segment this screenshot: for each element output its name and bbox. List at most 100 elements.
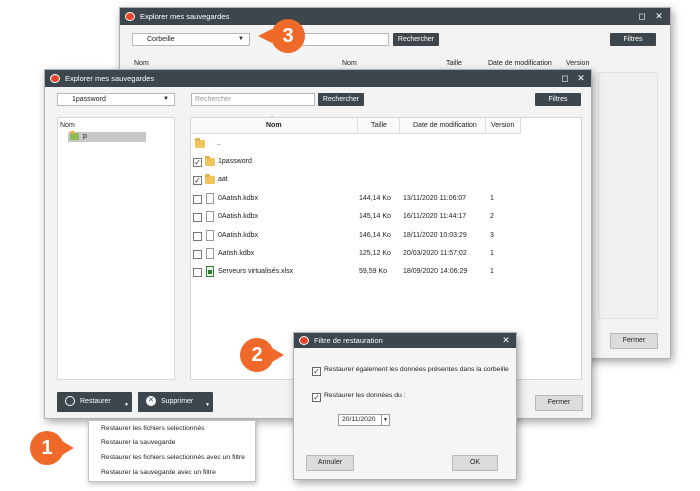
date-input[interactable]: 20/11/2020 (338, 414, 382, 426)
folder-icon (195, 138, 205, 148)
sort-icon: ⌃ (270, 116, 275, 122)
back-select-value: Corbeille (147, 36, 175, 43)
maximize-icon[interactable]: ◻ (634, 8, 650, 25)
ok-button[interactable]: OK (452, 455, 498, 471)
row-checkbox[interactable] (193, 268, 202, 277)
folder-icon (70, 131, 79, 140)
trash-option-label: Restaurer également les données présente… (324, 366, 509, 373)
row-checkbox[interactable] (193, 250, 202, 259)
document-icon (206, 193, 214, 204)
file-row[interactable]: 0Aatish.kdbx 146,14 Ko 18/11/2020 10:03:… (191, 227, 581, 245)
restore-label: Restaurer (79, 398, 111, 405)
row-checkbox[interactable]: ✓ (193, 176, 202, 185)
maximize-icon[interactable]: ◻ (557, 70, 573, 87)
file-size: 145,14 Ko (359, 213, 391, 220)
file-size: 146,14 Ko (359, 232, 391, 239)
main-window-title: Explorer mes sauvegardes (65, 74, 155, 83)
backup-select[interactable]: 1password ▼ (57, 93, 175, 106)
search-button[interactable]: Rechercher (318, 93, 364, 106)
callout-pointer (258, 29, 272, 43)
file-row[interactable]: ✓ 1password (191, 153, 581, 171)
file-name: 0Aatish.kdbx (218, 195, 259, 202)
back-backup-select[interactable]: Corbeille ▼ (132, 33, 250, 46)
back-window-title: Explorer mes sauvegardes (140, 12, 230, 21)
row-checkbox[interactable]: ✓ (193, 158, 202, 167)
row-checkbox[interactable] (193, 232, 202, 241)
col-divider (399, 118, 400, 134)
document-icon (206, 248, 214, 259)
file-row[interactable]: 0Aatish.kdbx 144,14 Ko 13/11/2020 11:06:… (191, 190, 581, 208)
back-close-button[interactable]: Fermer (610, 333, 658, 349)
file-date: 13/11/2020 11:06:07 (403, 195, 467, 202)
back-window-titlebar: Explorer mes sauvegardes ◻ ✕ (120, 8, 670, 25)
file-row-up[interactable]: .. (191, 135, 581, 153)
chevron-down-icon: ▼ (163, 96, 169, 102)
search-input[interactable]: Rechercher (191, 93, 315, 106)
filters-button[interactable]: Filtres (535, 93, 581, 106)
calendar-dropdown-icon[interactable]: ▼ (382, 414, 390, 426)
folder-tree-panel: Nom p (57, 117, 175, 380)
file-version: 1 (490, 268, 494, 275)
file-version: 3 (490, 232, 494, 239)
close-icon[interactable]: ✕ (651, 8, 667, 25)
file-version: 1 (490, 195, 494, 202)
date-option-checkbox[interactable]: ✓ (312, 393, 321, 402)
file-date: 18/09/2020 14:06:29 (403, 268, 468, 275)
file-name: aat (218, 176, 228, 183)
tree-item-p[interactable]: p (68, 131, 146, 142)
col-divider (485, 118, 486, 134)
close-icon[interactable]: ✕ (498, 333, 514, 348)
file-name: 0Aatish.kdbx (218, 232, 259, 239)
callout-badge-3: 3 (271, 19, 305, 53)
file-size: 59,59 Ko (359, 268, 388, 275)
delete-label: Supprimer (160, 398, 194, 405)
callout-badge-2: 2 (240, 338, 274, 372)
file-date: 20/03/2020 11:57:02 (403, 250, 467, 257)
dropdown-arrow-icon: ▼ (124, 402, 129, 408)
close-button[interactable]: Fermer (535, 395, 583, 411)
delete-button[interactable]: ✕ Supprimer ▼ (138, 392, 213, 412)
back-filters-button[interactable]: Filtres (610, 33, 656, 46)
app-logo-icon (299, 336, 309, 345)
row-checkbox[interactable] (193, 195, 202, 204)
file-name: 0Aatish.kdbx (218, 213, 259, 220)
dialog-titlebar: Filtre de restauration ✕ (294, 333, 516, 348)
menu-item-restore-backup[interactable]: Restaurer la sauvegarde (101, 439, 175, 446)
delete-icon: ✕ (146, 396, 156, 407)
date-option-label: Restaurer les données du : (324, 392, 406, 399)
restore-icon (65, 396, 75, 407)
file-row[interactable]: ✓ aat (191, 171, 581, 189)
spreadsheet-icon (206, 266, 214, 277)
menu-item-restore-backup-filter[interactable]: Restaurer la sauvegarde avec un filtre (101, 469, 216, 476)
file-name: Serveurs virtualisés.xlsx (218, 268, 294, 275)
chevron-down-icon: ▼ (238, 36, 244, 42)
file-row[interactable]: Aatish.kdbx 125,12 Ko 20/03/2020 11:57:0… (191, 245, 581, 263)
file-name: 1password (218, 158, 252, 165)
back-search-button[interactable]: Rechercher (393, 33, 439, 46)
folder-icon (205, 174, 215, 184)
callout-badge-1: 1 (30, 431, 64, 465)
restore-button[interactable]: Restaurer ▼ (57, 392, 132, 412)
callout-pointer (272, 348, 284, 362)
file-date: 16/11/2020 11:44:17 (403, 213, 467, 220)
col-size[interactable]: Taille (371, 119, 387, 133)
file-version: 1 (490, 250, 494, 257)
file-row[interactable]: 0Aatish.kdbx 145,14 Ko 16/11/2020 11:44:… (191, 208, 581, 226)
col-version[interactable]: Version (491, 119, 514, 133)
tree-item-label: p (83, 133, 87, 140)
col-divider (357, 118, 358, 134)
menu-item-restore-selected[interactable]: Restaurer les fichiers selectionnés (101, 425, 205, 432)
close-icon[interactable]: ✕ (573, 70, 589, 87)
folder-icon (205, 156, 215, 166)
file-row[interactable]: Serveurs virtualisés.xlsx 59,59 Ko 18/09… (191, 263, 581, 281)
callout-pointer (62, 441, 74, 455)
select-value: 1password (72, 96, 106, 103)
cancel-button[interactable]: Annuler (306, 455, 354, 471)
menu-item-restore-selected-filter[interactable]: Restaurer les fichiers selectionnés avec… (101, 454, 245, 461)
file-size: 144,14 Ko (359, 195, 391, 202)
trash-option-checkbox[interactable]: ✓ (312, 367, 321, 376)
file-size: 125,12 Ko (359, 250, 391, 257)
row-checkbox[interactable] (193, 213, 202, 222)
file-name: Aatish.kdbx (218, 250, 255, 257)
col-date[interactable]: Date de modification (413, 119, 477, 133)
